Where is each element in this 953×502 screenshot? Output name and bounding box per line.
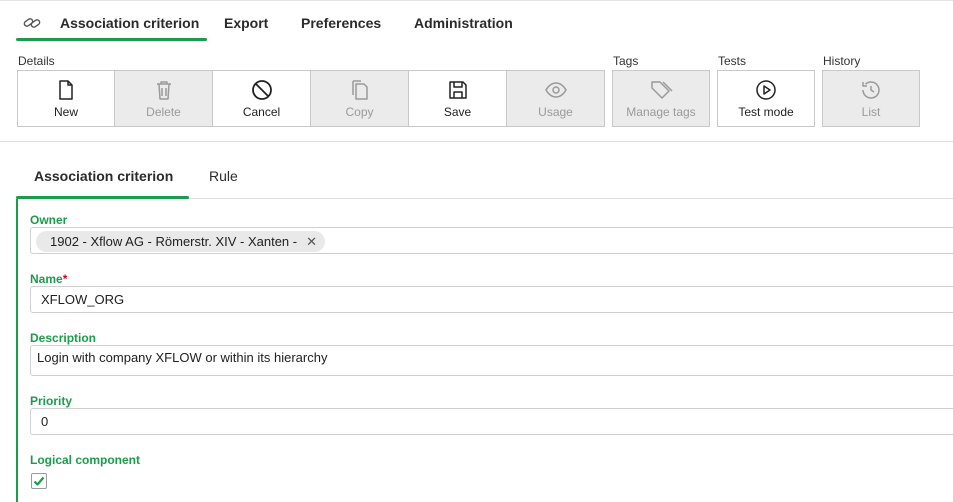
save-button-label: Save: [443, 105, 472, 119]
cancel-button[interactable]: Cancel: [212, 70, 311, 127]
save-icon: [448, 81, 467, 99]
active-tab-indicator: [16, 38, 207, 41]
delete-button[interactable]: Delete: [114, 70, 213, 127]
description-textarea[interactable]: Login with company XFLOW or within its h…: [30, 345, 953, 376]
manage-tags-button[interactable]: Manage tags: [612, 70, 710, 127]
copy-icon: [351, 80, 368, 100]
usage-button-label: Usage: [538, 105, 573, 119]
name-value: XFLOW_ORG: [41, 292, 125, 307]
tab-preferences[interactable]: Preferences: [301, 15, 381, 31]
trash-icon: [156, 81, 171, 100]
new-button[interactable]: New: [17, 70, 115, 127]
tags-icon: [651, 81, 673, 99]
link-icon: [23, 18, 41, 28]
description-value: Login with company XFLOW or within its h…: [37, 350, 328, 365]
group-label-tags: Tags: [613, 54, 639, 68]
logical-component-checkbox[interactable]: [31, 473, 47, 489]
owner-chip: 1902 - Xflow AG - Römerstr. XIV - Xanten…: [36, 231, 326, 252]
top-navigation: Association criterion Export Preferences…: [0, 0, 953, 42]
subtab-association-criterion[interactable]: Association criterion: [34, 168, 173, 184]
save-button[interactable]: Save: [408, 70, 507, 127]
priority-label: Priority: [30, 394, 73, 408]
priority-value: 0: [41, 414, 49, 429]
play-circle-icon: [756, 80, 776, 100]
active-subtab-indicator: [16, 196, 189, 199]
delete-button-label: Delete: [146, 105, 181, 119]
test-mode-button[interactable]: Test mode: [717, 70, 815, 127]
name-input[interactable]: XFLOW_ORG: [30, 286, 953, 313]
test-mode-button-label: Test mode: [738, 105, 794, 119]
priority-input[interactable]: 0: [30, 408, 953, 435]
copy-button[interactable]: Copy: [310, 70, 409, 127]
cancel-button-label: Cancel: [242, 105, 281, 119]
eye-icon: [544, 82, 567, 98]
subtab-rule[interactable]: Rule: [209, 168, 238, 184]
form-section-marker: [16, 199, 18, 502]
required-marker: *: [62, 272, 68, 286]
history-list-button[interactable]: List: [822, 70, 920, 127]
group-label-history: History: [823, 54, 861, 68]
new-button-label: New: [53, 105, 78, 119]
tab-administration[interactable]: Administration: [414, 15, 513, 31]
tab-association-criterion[interactable]: Association criterion: [60, 15, 199, 31]
group-label-details: Details: [18, 54, 55, 68]
owner-label: Owner: [30, 213, 68, 227]
usage-button[interactable]: Usage: [506, 70, 605, 127]
checkmark-icon: [33, 476, 45, 486]
owner-chip-text: 1902 - Xflow AG - Römerstr. XIV - Xanten…: [50, 234, 298, 249]
tab-export[interactable]: Export: [224, 15, 268, 31]
name-label-text: Name: [30, 272, 63, 286]
group-label-tests: Tests: [718, 54, 747, 68]
close-icon[interactable]: ✕: [306, 234, 317, 250]
file-icon: [59, 80, 73, 100]
cancel-icon: [251, 80, 272, 100]
history-icon: [862, 81, 880, 99]
description-label: Description: [30, 331, 97, 345]
copy-button-label: Copy: [345, 105, 374, 119]
logical-component-label: Logical component: [30, 453, 141, 467]
owner-field[interactable]: 1902 - Xflow AG - Römerstr. XIV - Xanten…: [30, 227, 953, 254]
name-label: Name*: [30, 272, 67, 286]
header-divider: [0, 141, 953, 142]
manage-tags-button-label: Manage tags: [626, 105, 696, 119]
history-list-button-label: List: [861, 105, 881, 119]
